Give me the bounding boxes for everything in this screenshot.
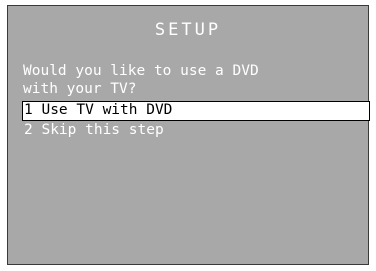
setup-prompt: Would you like to use a DVD with your TV… (23, 63, 259, 97)
setup-screen: SETUP Would you like to use a DVD with y… (7, 5, 372, 265)
menu-item-skip-this-step[interactable]: 2 Skip this step (22, 121, 372, 141)
menu-item-use-tv-with-dvd[interactable]: 1 Use TV with DVD (22, 101, 370, 121)
setup-title: SETUP (154, 20, 222, 40)
setup-menu: 1 Use TV with DVD 2 Skip this step (22, 101, 372, 141)
